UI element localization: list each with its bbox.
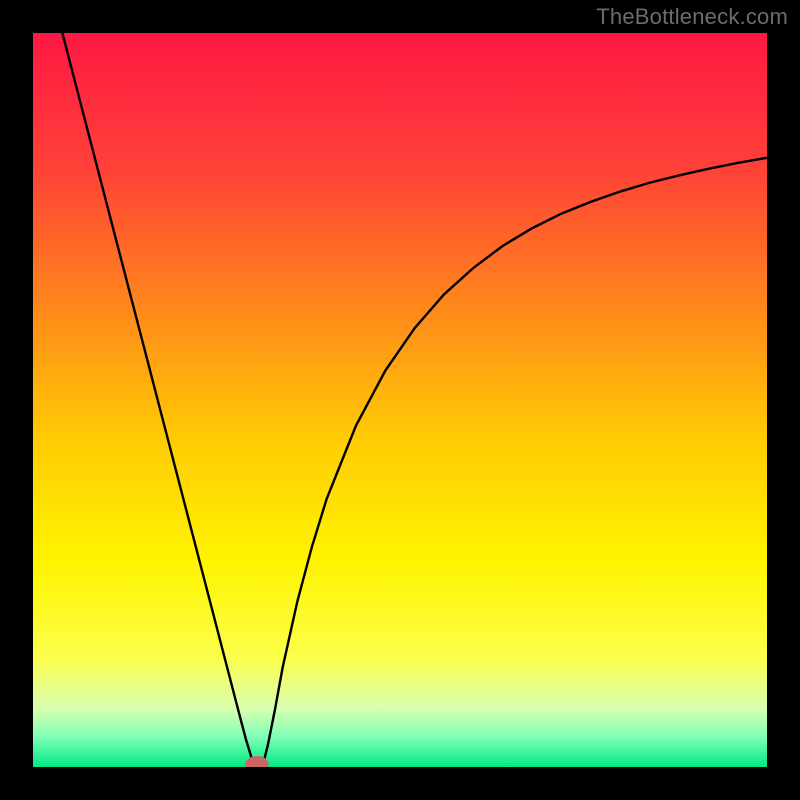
chart-frame: TheBottleneck.com	[0, 0, 800, 800]
heatmap-background	[33, 33, 767, 767]
plot-area	[33, 33, 767, 767]
bottleneck-chart-svg	[33, 33, 767, 767]
watermark-text: TheBottleneck.com	[596, 4, 788, 30]
